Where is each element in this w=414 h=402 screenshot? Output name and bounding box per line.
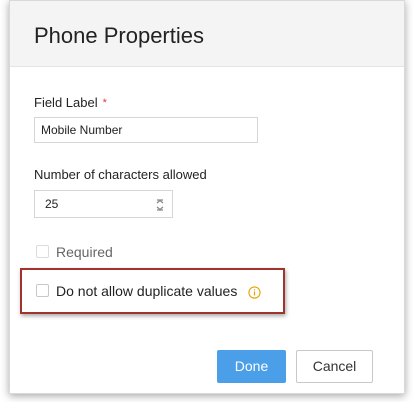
field-label-input[interactable]: Mobile Number — [34, 117, 258, 143]
max-chars-label: Number of characters allowed — [34, 167, 207, 182]
required-asterisk: * — [102, 97, 107, 109]
max-chars-stepper[interactable]: 25 — [34, 190, 173, 218]
required-label: Required — [56, 244, 113, 260]
field-label-heading: Field Label * — [34, 95, 107, 111]
required-checkbox[interactable] — [36, 245, 49, 258]
done-button[interactable]: Done — [217, 350, 286, 383]
no-duplicates-label[interactable]: Do not allow duplicate values — [56, 283, 237, 299]
max-chars-value: 25 — [45, 197, 59, 211]
info-icon[interactable] — [248, 286, 261, 299]
phone-properties-dialog: Phone Properties Field Label * Mobile Num… — [9, 0, 405, 394]
field-label-text: Field Label — [34, 95, 98, 110]
cancel-button[interactable]: Cancel — [296, 350, 373, 383]
spinner-arrows-icon[interactable] — [156, 199, 164, 211]
no-duplicates-checkbox[interactable] — [36, 284, 49, 297]
dialog-header: Phone Properties — [10, 1, 404, 67]
dialog-title: Phone Properties — [34, 23, 204, 48]
